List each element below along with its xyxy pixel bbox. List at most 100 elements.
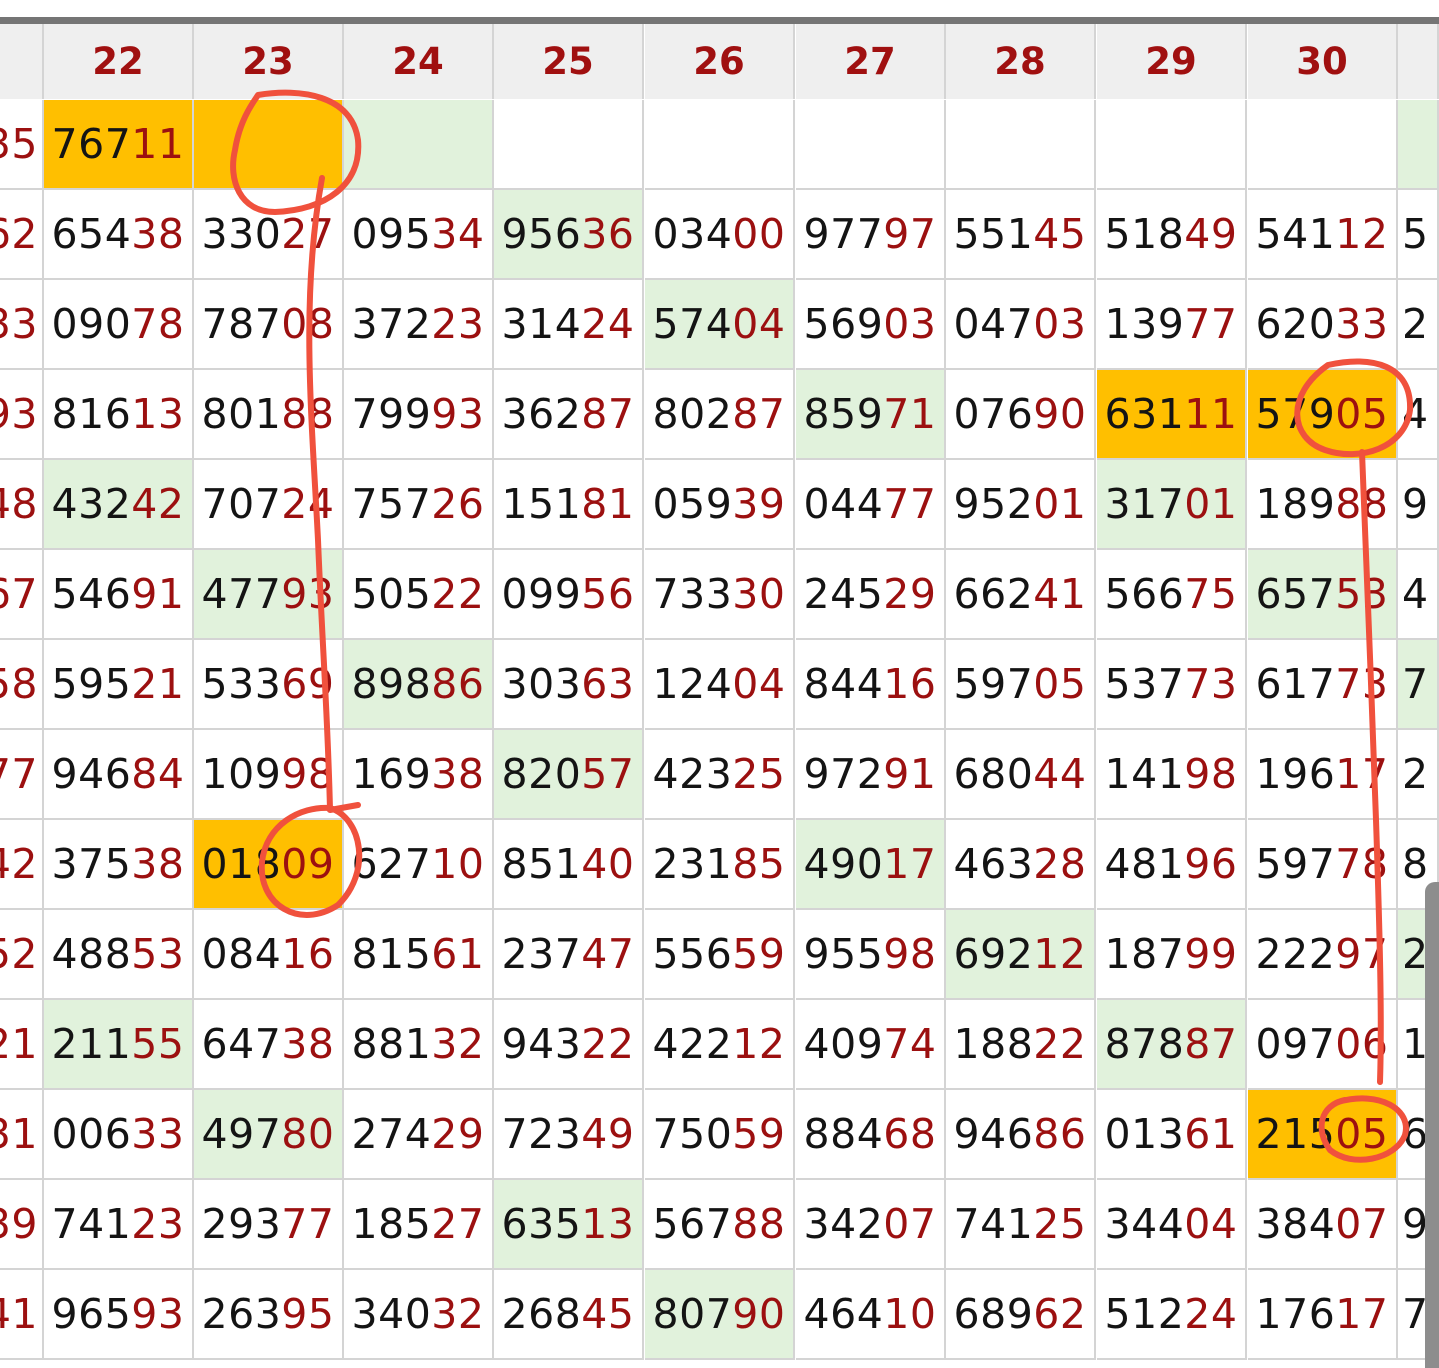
table-cell: 384 07 — [1248, 1180, 1398, 1270]
table-cell: 757 26 — [344, 460, 494, 550]
table-cell-right-edge: 2 — [1398, 280, 1439, 370]
table-cell — [1248, 100, 1398, 190]
table-cell: 815 61 — [344, 910, 494, 1000]
table-cell: 597 78 — [1248, 820, 1398, 910]
table-cell: 533 69 — [194, 640, 344, 730]
table-cell: 566 75 — [1097, 550, 1247, 640]
column-header: 28 — [946, 24, 1096, 99]
column-header: 30 — [1248, 24, 1398, 99]
table-cell: 750 59 — [645, 1090, 795, 1180]
table-cell: 741 25 — [946, 1180, 1096, 1270]
table-cell: 099 56 — [494, 550, 644, 640]
table-cell: 317 01 — [1097, 460, 1247, 550]
table-cell: 816 13 — [44, 370, 194, 460]
table-cell-right-edge: 7 — [1398, 640, 1439, 730]
table-cell-right-edge — [1398, 100, 1439, 190]
table-cell-right-edge: 4 — [1398, 370, 1439, 460]
table-cell: 095 34 — [344, 190, 494, 280]
table-cell-left-edge: 31 — [0, 1090, 44, 1180]
table-cell: 237 47 — [494, 910, 644, 1000]
table-cell: 432 42 — [44, 460, 194, 550]
table-cell: 820 57 — [494, 730, 644, 820]
table-cell: 185 27 — [344, 1180, 494, 1270]
table-cell: 222 97 — [1248, 910, 1398, 1000]
table-cell: 620 33 — [1248, 280, 1398, 370]
table-cell: 799 93 — [344, 370, 494, 460]
table-cell: 859 71 — [796, 370, 946, 460]
table-cell-right-edge: 2 — [1398, 730, 1439, 820]
table-cell: 898 86 — [344, 640, 494, 730]
table-cell: 409 74 — [796, 1000, 946, 1090]
table-cell: 662 41 — [946, 550, 1096, 640]
table-cell: 344 04 — [1097, 1180, 1247, 1270]
table-cell: 844 16 — [796, 640, 946, 730]
top-divider — [0, 17, 1439, 24]
table-cell — [494, 100, 644, 190]
table-cell: 955 98 — [796, 910, 946, 1000]
table-cell: 044 77 — [796, 460, 946, 550]
table-cell: 541 12 — [1248, 190, 1398, 280]
table-cell: 215 05 — [1248, 1090, 1398, 1180]
table-cell: 013 61 — [1097, 1090, 1247, 1180]
table-cell: 647 38 — [194, 1000, 344, 1090]
table-cell: 481 96 — [1097, 820, 1247, 910]
table-cell: 946 86 — [946, 1090, 1096, 1180]
table-cell: 767 11 — [44, 100, 194, 190]
table-cell: 139 77 — [1097, 280, 1247, 370]
table-cell: 169 38 — [344, 730, 494, 820]
table-cell-left-edge: 35 — [0, 100, 44, 190]
table-cell-left-edge: 39 — [0, 1180, 44, 1270]
table-cell-left-edge: 42 — [0, 820, 44, 910]
table-cell: 556 59 — [645, 910, 795, 1000]
table-cell: 303 63 — [494, 640, 644, 730]
table-cell: 707 24 — [194, 460, 344, 550]
table-cell: 497 80 — [194, 1090, 344, 1180]
column-header: 23 — [194, 24, 344, 99]
table-cell: 595 21 — [44, 640, 194, 730]
table-cell: 801 88 — [194, 370, 344, 460]
table-cell: 505 22 — [344, 550, 494, 640]
table-cell: 141 98 — [1097, 730, 1247, 820]
table-cell: 268 45 — [494, 1270, 644, 1360]
table-cell: 546 91 — [44, 550, 194, 640]
table-cell: 567 88 — [645, 1180, 795, 1270]
column-header: 22 — [44, 24, 194, 99]
table-cell: 006 33 — [44, 1090, 194, 1180]
table-cell: 263 95 — [194, 1270, 344, 1360]
column-header: 25 — [494, 24, 644, 99]
table-cell: 631 11 — [1097, 370, 1247, 460]
table-cell-left-edge: 77 — [0, 730, 44, 820]
table-cell: 518 49 — [1097, 190, 1247, 280]
column-header: 26 — [645, 24, 795, 99]
table-cell: 977 97 — [796, 190, 946, 280]
table-cell-left-edge: 41 — [0, 1270, 44, 1360]
table-cell: 047 03 — [946, 280, 1096, 370]
table-cell: 463 28 — [946, 820, 1096, 910]
table-cell: 733 30 — [645, 550, 795, 640]
table-cell: 293 77 — [194, 1180, 344, 1270]
table-cell: 231 85 — [645, 820, 795, 910]
table-cell: 635 13 — [494, 1180, 644, 1270]
table-cell: 965 93 — [44, 1270, 194, 1360]
scrollbar[interactable] — [1425, 882, 1439, 1368]
table-cell: 059 39 — [645, 460, 795, 550]
column-header: 24 — [344, 24, 494, 99]
header-cell-left-edge — [0, 24, 44, 99]
table-cell — [344, 100, 494, 190]
table-cell: 314 24 — [494, 280, 644, 370]
table-cell: 946 84 — [44, 730, 194, 820]
table-cell: 851 40 — [494, 820, 644, 910]
table-cell: 423 25 — [645, 730, 795, 820]
table-cell: 090 78 — [44, 280, 194, 370]
table-cell: 627 10 — [344, 820, 494, 910]
table-cell: 680 44 — [946, 730, 1096, 820]
table-cell: 787 08 — [194, 280, 344, 370]
table-cell-left-edge: 67 — [0, 550, 44, 640]
table-cell — [796, 100, 946, 190]
table-cell: 097 06 — [1248, 1000, 1398, 1090]
table-cell: 574 04 — [645, 280, 795, 370]
table-cell: 034 00 — [645, 190, 795, 280]
table-cell — [1097, 100, 1247, 190]
table-cell: 617 73 — [1248, 640, 1398, 730]
table-cell: 018 09 — [194, 820, 344, 910]
